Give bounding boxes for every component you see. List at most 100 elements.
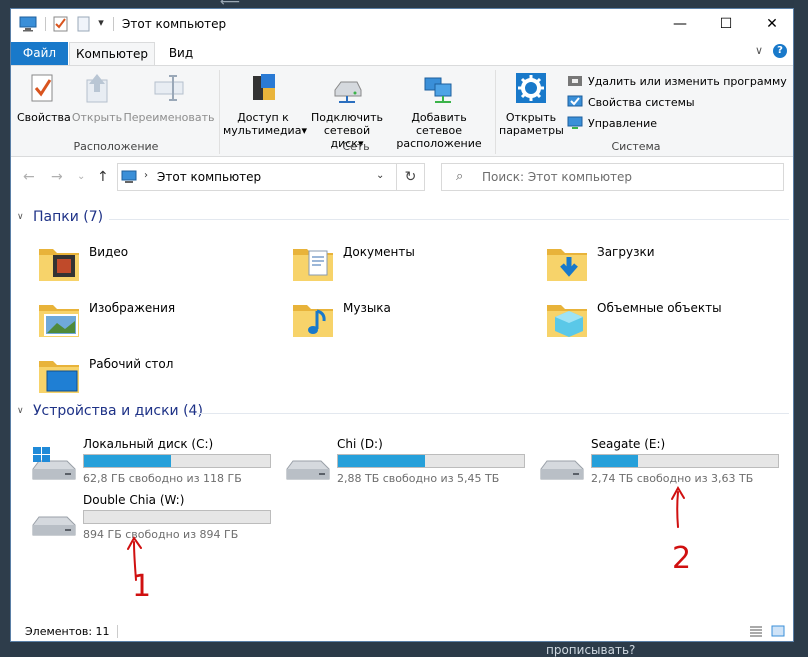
- background-app-text: прописывать?: [546, 643, 636, 657]
- media-access-label-2: мультимедиа: [223, 124, 302, 137]
- close-button[interactable]: ✕: [749, 9, 793, 39]
- recent-locations-icon[interactable]: ⌄: [77, 171, 85, 182]
- search-placeholder: Поиск: Этот компьютер: [482, 170, 633, 184]
- status-bar: Элементов: 11: [11, 617, 793, 641]
- folder-item[interactable]: Документы: [291, 241, 531, 289]
- manage-label: Управление: [588, 116, 658, 130]
- open-settings-button[interactable]: Открыть параметры: [499, 72, 564, 137]
- folder-item[interactable]: Видео: [37, 241, 277, 289]
- help-icon[interactable]: ?: [773, 44, 787, 58]
- breadcrumb[interactable]: Этот компьютер: [157, 170, 261, 184]
- map-drive-label-1: Подключить: [310, 111, 384, 124]
- drive-usage-bar: [83, 510, 271, 524]
- map-network-drive-button[interactable]: Подключить сетевой диск▾: [307, 72, 387, 150]
- address-dropdown-icon[interactable]: ⌄: [376, 170, 384, 181]
- quick-access-dropdown-icon[interactable]: ▾: [95, 16, 107, 32]
- system-properties-label: Свойства системы: [588, 95, 695, 109]
- folder-item[interactable]: Музыка: [291, 297, 531, 345]
- properties-icon: [31, 74, 53, 102]
- rename-icon: [154, 75, 184, 101]
- manage-button[interactable]: Управление: [567, 113, 657, 133]
- drive-free-space: 2,88 ТБ свободно из 5,45 ТБ: [337, 472, 500, 485]
- folder-name: Изображения: [89, 301, 176, 315]
- rename-button[interactable]: Переименовать: [123, 72, 215, 124]
- drive-name: Double Chia (W:): [83, 493, 185, 507]
- media-server-icon: [253, 74, 275, 100]
- background-app-right: [794, 0, 808, 657]
- location-group-label: Расположение: [73, 140, 159, 153]
- uninstall-program-button[interactable]: Удалить или изменить программу: [567, 71, 787, 91]
- title-separator: [45, 17, 46, 31]
- folder-item[interactable]: Рабочий стол: [37, 353, 277, 401]
- hard-drive-icon: [32, 516, 76, 536]
- drive-item[interactable]: Chi (D:) 2,88 ТБ свободно из 5,45 ТБ: [283, 437, 525, 487]
- details-view-icon[interactable]: [749, 625, 763, 637]
- drive-usage-fill: [592, 455, 638, 467]
- large-icons-view-icon[interactable]: [771, 625, 785, 637]
- folder-name: Документы: [343, 245, 415, 259]
- drive-item[interactable]: Double Chia (W:) 894 ГБ свободно из 894 Г…: [29, 493, 271, 543]
- folders-section-header[interactable]: ∨ Папки (7): [17, 209, 103, 225]
- drive-free-space: 894 ГБ свободно из 894 ГБ: [83, 528, 239, 541]
- downloads-folder-icon: [547, 249, 587, 281]
- system-properties-button[interactable]: Свойства системы: [567, 92, 695, 112]
- explorer-window: ▾ Этот компьютер — ☐ ✕ Файл Компьютер Ви…: [10, 8, 794, 642]
- item-count: Элементов: 11: [25, 625, 110, 638]
- chevron-down-icon: ∨: [17, 212, 24, 222]
- minimize-button[interactable]: —: [657, 9, 703, 39]
- background-arrow-icon: ⟵: [220, 0, 241, 10]
- drive-usage-bar: [83, 454, 271, 468]
- folder-name: Загрузки: [597, 245, 655, 259]
- 3d-objects-folder-icon: [547, 305, 587, 337]
- computer-icon[interactable]: [19, 16, 37, 32]
- media-access-button[interactable]: Доступ к мультимедиа▾: [223, 72, 307, 137]
- folder-name: Рабочий стол: [89, 357, 174, 371]
- drive-usage-fill: [338, 455, 426, 467]
- gear-icon: [516, 73, 546, 103]
- section-divider: [109, 219, 789, 220]
- drives-section-header[interactable]: ∨ Устройства и диски (4): [17, 403, 203, 419]
- folder-item[interactable]: Объемные объекты: [545, 297, 785, 345]
- tab-view[interactable]: Вид: [161, 42, 201, 65]
- refresh-button[interactable]: ↻: [397, 163, 425, 191]
- system-properties-icon: [567, 95, 583, 107]
- folder-name: Видео: [89, 245, 129, 259]
- drive-free-space: 62,8 ГБ свободно из 118 ГБ: [83, 472, 242, 485]
- drive-name: Chi (D:): [337, 437, 383, 451]
- drive-item[interactable]: Seagate (E:) 2,74 ТБ свободно из 3,63 ТБ: [537, 437, 779, 487]
- navigation-bar: ← → ⌄ ↑ › Этот компьютер ⌄ ↻ ⌕ Поиск: Эт…: [11, 159, 793, 195]
- uninstall-icon: [568, 76, 582, 86]
- up-button[interactable]: ↑: [97, 169, 109, 185]
- folders-section-title: Папки (7): [33, 209, 104, 225]
- new-folder-quick-icon[interactable]: [77, 16, 90, 32]
- chevron-down-icon: ∨: [17, 406, 24, 416]
- network-group-label: Сеть: [342, 140, 370, 153]
- folder-name: Объемные объекты: [597, 301, 722, 315]
- folder-item[interactable]: Изображения: [37, 297, 277, 345]
- status-separator: [117, 625, 118, 638]
- open-button[interactable]: Открыть: [71, 72, 123, 124]
- drive-free-space: 2,74 ТБ свободно из 3,63 ТБ: [591, 472, 754, 485]
- forward-button[interactable]: →: [51, 169, 63, 185]
- back-button[interactable]: ←: [23, 169, 35, 185]
- breadcrumb-chevron-icon[interactable]: ›: [144, 170, 148, 181]
- ribbon-tabs: Файл Компьютер Вид ∨ ?: [11, 39, 793, 65]
- add-network-location-button[interactable]: Добавить сетевое расположение: [391, 72, 487, 150]
- properties-quick-icon[interactable]: [53, 16, 68, 32]
- tab-file[interactable]: Файл: [11, 42, 68, 65]
- network-drive-icon: [334, 81, 362, 103]
- folder-item[interactable]: Загрузки: [545, 241, 785, 289]
- search-input[interactable]: ⌕ Поиск: Этот компьютер: [441, 163, 784, 191]
- maximize-button[interactable]: ☐: [703, 9, 749, 39]
- address-bar[interactable]: › Этот компьютер ⌄: [117, 163, 397, 191]
- add-location-label-2: расположение: [396, 137, 482, 150]
- drive-item[interactable]: Локальный диск (C:) 62,8 ГБ свободно из 1…: [29, 437, 271, 487]
- background-app-left: [0, 0, 10, 657]
- open-icon: [86, 74, 108, 103]
- ribbon-collapse-icon[interactable]: ∨: [755, 44, 763, 57]
- drive-usage-bar: [337, 454, 525, 468]
- tab-computer[interactable]: Компьютер: [69, 42, 155, 65]
- network-location-icon: [424, 77, 452, 103]
- uninstall-label: Удалить или изменить программу: [588, 74, 787, 88]
- properties-button[interactable]: Свойства: [17, 72, 71, 124]
